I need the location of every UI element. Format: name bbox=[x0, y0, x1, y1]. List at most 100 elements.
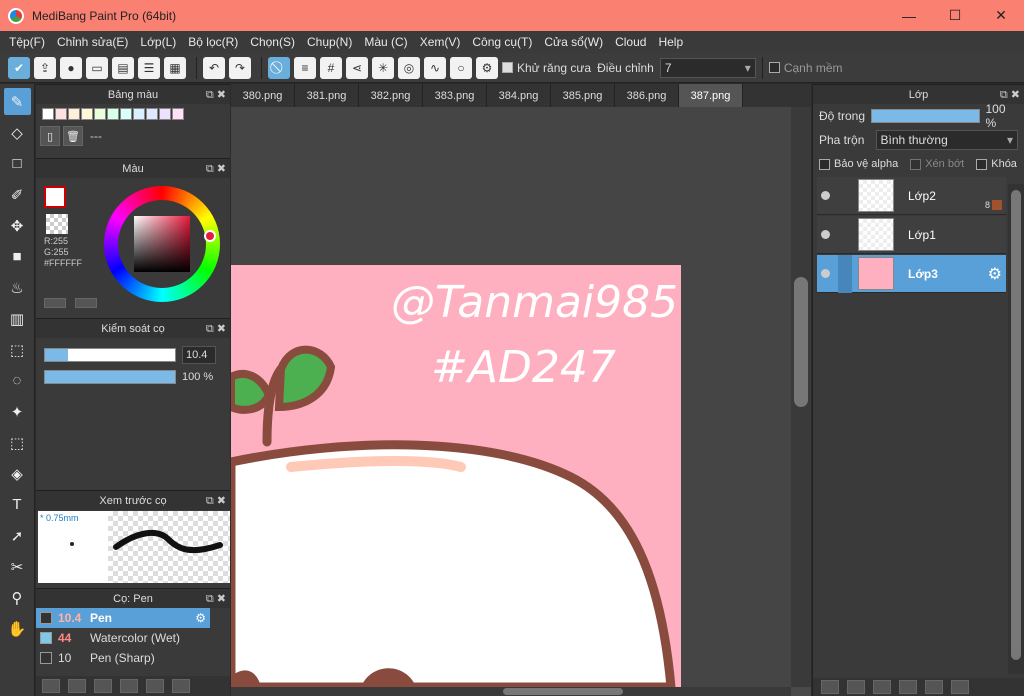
soft-edge-checkbox[interactable] bbox=[768, 62, 780, 73]
shape-tool-icon[interactable]: □ bbox=[4, 150, 31, 177]
visibility-icon[interactable] bbox=[821, 230, 830, 239]
layers-scroll-thumb[interactable] bbox=[1011, 190, 1021, 660]
primary-color-swatch[interactable] bbox=[44, 186, 66, 208]
brush-opacity-slider[interactable] bbox=[44, 370, 176, 384]
palette-swatch[interactable] bbox=[81, 108, 93, 120]
menu-tools[interactable]: Công cụ(T) bbox=[467, 35, 537, 49]
palette-swatch[interactable] bbox=[55, 108, 67, 120]
brush-new-icon[interactable] bbox=[68, 679, 86, 693]
canvas-horizontal-scrollbar[interactable] bbox=[231, 687, 791, 696]
saturation-value-box[interactable] bbox=[134, 216, 190, 272]
duplicate-layer-icon[interactable] bbox=[951, 680, 969, 694]
transparent-color-swatch[interactable] bbox=[46, 214, 68, 234]
palette-swatch[interactable] bbox=[133, 108, 145, 120]
gradient-tool-icon[interactable]: ▥ bbox=[4, 305, 31, 332]
brush-duplicate-icon[interactable] bbox=[172, 679, 190, 693]
layer-folder-icon[interactable] bbox=[925, 680, 943, 694]
visibility-icon[interactable] bbox=[821, 191, 830, 200]
canvas-vertical-scrollbar[interactable] bbox=[791, 107, 811, 687]
snap-grid-icon[interactable]: # bbox=[320, 56, 342, 79]
move-tool-icon[interactable]: ✥ bbox=[4, 212, 31, 239]
eraser-tool-icon[interactable]: ◇ bbox=[4, 119, 31, 146]
vscroll-thumb[interactable] bbox=[794, 277, 808, 407]
new-layer-icon[interactable] bbox=[821, 680, 839, 694]
cloud-check-icon[interactable]: ✔ bbox=[8, 56, 30, 79]
tab-380[interactable]: 380.png bbox=[231, 84, 295, 107]
menu-window[interactable]: Cửa sổ(W) bbox=[539, 35, 608, 49]
visibility-icon[interactable] bbox=[821, 269, 830, 278]
hue-wheel[interactable] bbox=[104, 186, 220, 302]
palette-swatch[interactable] bbox=[146, 108, 158, 120]
bucket-tool-icon[interactable]: ♨ bbox=[4, 274, 31, 301]
operation-tool-icon[interactable]: ➚ bbox=[4, 522, 31, 549]
menu-filter[interactable]: Bộ lọc(R) bbox=[183, 35, 243, 49]
share-icon[interactable]: ⇪ bbox=[34, 56, 56, 79]
menu-snap[interactable]: Chụp(N) bbox=[302, 35, 357, 49]
tab-383[interactable]: 383.png bbox=[423, 84, 487, 107]
menu-edit[interactable]: Chỉnh sửa(E) bbox=[52, 35, 133, 49]
add-layer-dropdown-icon[interactable] bbox=[899, 680, 917, 694]
color-mode-wheel-icon[interactable] bbox=[44, 298, 66, 308]
protect-alpha-checkbox[interactable] bbox=[819, 158, 830, 170]
text-tool-icon[interactable]: T bbox=[4, 491, 31, 518]
layer-item[interactable]: Lớp1 bbox=[817, 216, 1006, 254]
grid-check-icon[interactable]: ▦ bbox=[164, 56, 186, 79]
dot-tool-icon[interactable]: ✐ bbox=[4, 181, 31, 208]
delete-palette-icon[interactable]: 🗑 bbox=[63, 126, 83, 146]
lock-checkbox[interactable] bbox=[976, 158, 988, 170]
hand-tool-icon[interactable]: ✋ bbox=[4, 615, 31, 642]
palette-swatch[interactable] bbox=[172, 108, 184, 120]
brush-item[interactable]: 10 Pen (Sharp) bbox=[36, 648, 210, 668]
menu-color[interactable]: Màu (C) bbox=[359, 35, 412, 49]
clipping-checkbox[interactable] bbox=[910, 158, 922, 170]
layer-opacity-slider[interactable] bbox=[870, 109, 980, 123]
layer-settings-icon[interactable]: ⚙ bbox=[988, 264, 1002, 284]
select-eraser-tool-icon[interactable]: ◈ bbox=[4, 460, 31, 487]
snap-perspective-icon[interactable]: ⋖ bbox=[346, 56, 368, 79]
tab-382[interactable]: 382.png bbox=[359, 84, 423, 107]
fill-rect-tool-icon[interactable]: ■ bbox=[4, 243, 31, 270]
color-mode-slider-icon[interactable] bbox=[75, 298, 97, 308]
menu-select[interactable]: Chọn(S) bbox=[245, 35, 300, 49]
snap-parallel-icon[interactable]: ≡ bbox=[294, 56, 316, 79]
snap-radial-icon[interactable]: ✳ bbox=[372, 56, 394, 79]
snap-ellipse-icon[interactable]: ○ bbox=[450, 56, 472, 79]
tab-384[interactable]: 384.png bbox=[487, 84, 551, 107]
panel-controls-icon[interactable]: ⧉ ✖ bbox=[206, 589, 226, 609]
magic-wand-tool-icon[interactable]: ✦ bbox=[4, 398, 31, 425]
brush-import-icon[interactable] bbox=[120, 679, 138, 693]
tab-387[interactable]: 387.png bbox=[679, 84, 743, 107]
panel-controls-icon[interactable]: ⧉ ✖ bbox=[206, 159, 226, 179]
layer-item[interactable]: Lớp3 ⚙ bbox=[817, 254, 1006, 293]
panel-controls-icon[interactable]: ⧉ ✖ bbox=[1000, 85, 1020, 105]
select-rect-tool-icon[interactable]: ⬚ bbox=[4, 336, 31, 363]
palette-swatch[interactable] bbox=[68, 108, 80, 120]
adjust-select[interactable]: 7 bbox=[659, 57, 756, 78]
snap-settings-icon[interactable]: ⚙ bbox=[476, 56, 498, 79]
brush-cloud-icon[interactable] bbox=[42, 679, 60, 693]
maximize-button[interactable]: ☐ bbox=[932, 0, 978, 31]
palette-swatch[interactable] bbox=[159, 108, 171, 120]
new-palette-icon[interactable]: ▯ bbox=[40, 126, 60, 146]
snap-curve-icon[interactable]: ∿ bbox=[424, 56, 446, 79]
menu-cloud[interactable]: Cloud bbox=[610, 35, 651, 49]
brush-item[interactable]: 10.4 Pen ⚙ bbox=[36, 608, 210, 628]
brush-size-slider[interactable] bbox=[44, 348, 176, 362]
brush-size-value[interactable]: 10.4 bbox=[182, 346, 216, 364]
palette-swatch[interactable] bbox=[120, 108, 132, 120]
palette-swatch[interactable] bbox=[107, 108, 119, 120]
panel-controls-icon[interactable]: ⧉ ✖ bbox=[206, 319, 226, 339]
lasso-tool-icon[interactable]: ◌ bbox=[4, 367, 31, 394]
brush-copy-icon[interactable] bbox=[94, 679, 112, 693]
tab-386[interactable]: 386.png bbox=[615, 84, 679, 107]
menu-help[interactable]: Help bbox=[653, 35, 688, 49]
select-pen-tool-icon[interactable]: ⬚ bbox=[4, 429, 31, 456]
brush-folder-icon[interactable] bbox=[146, 679, 164, 693]
menu-view[interactable]: Xem(V) bbox=[415, 35, 466, 49]
new-1bit-layer-icon[interactable] bbox=[873, 680, 891, 694]
antialias-checkbox[interactable] bbox=[502, 62, 513, 73]
speech-bubble-icon[interactable]: ▭ bbox=[86, 56, 108, 79]
layers-scrollbar[interactable] bbox=[1008, 184, 1024, 674]
comment-icon[interactable]: ● bbox=[60, 56, 82, 79]
brush-settings-icon[interactable]: ⚙ bbox=[195, 611, 206, 625]
